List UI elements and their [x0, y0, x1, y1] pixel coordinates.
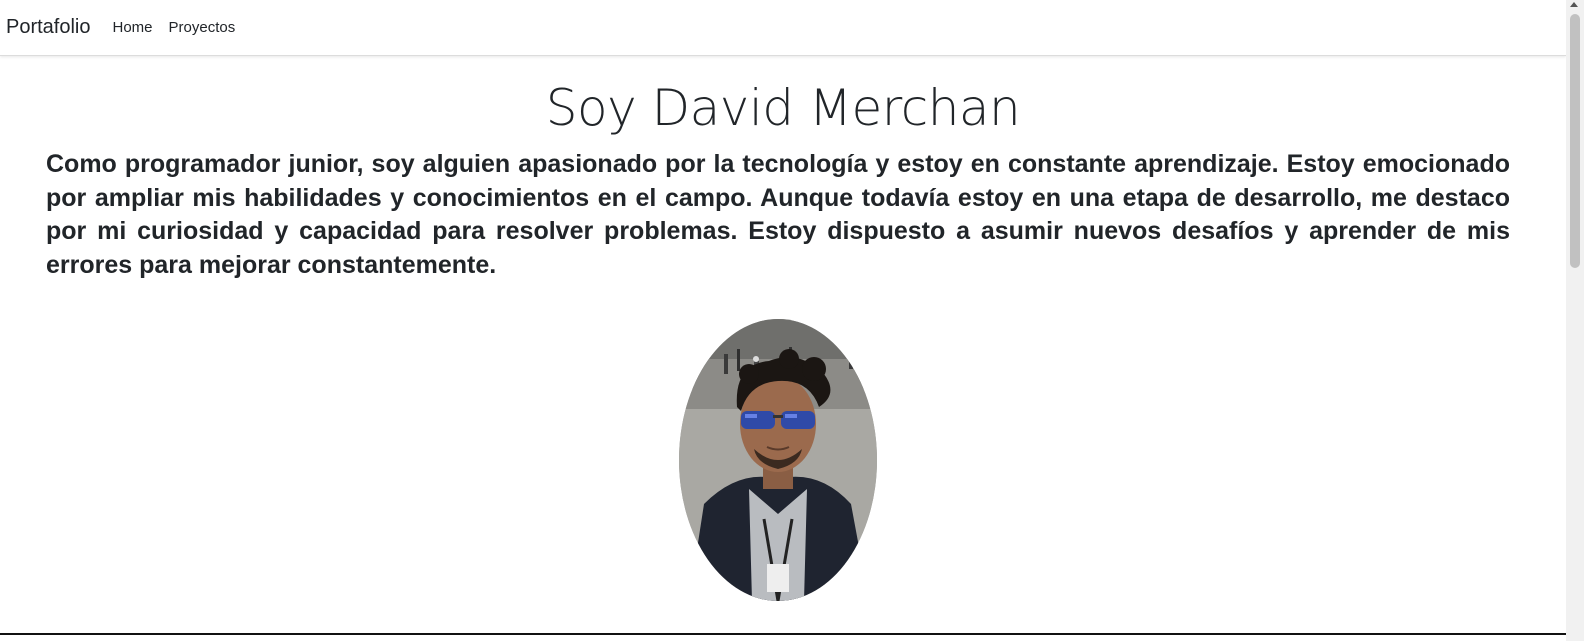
vertical-scrollbar[interactable]	[1566, 0, 1584, 641]
profile-photo-image	[679, 319, 877, 601]
navbar-brand[interactable]: Portafolio	[6, 16, 91, 39]
scroll-up-icon[interactable]	[1570, 2, 1578, 7]
profile-photo	[679, 319, 877, 601]
intro-paragraph: Como programador junior, soy alguien apa…	[46, 150, 1510, 279]
bottom-divider	[0, 633, 1566, 635]
scrollbar-thumb[interactable]	[1570, 14, 1580, 268]
page-title: Soy David Merchan	[545, 79, 1021, 137]
nav-link-proyectos[interactable]: Proyectos	[169, 19, 236, 36]
page: Portafolio Home Proyectos Soy David Merc…	[0, 0, 1584, 641]
navbar: Portafolio Home Proyectos	[0, 0, 1566, 56]
nav-link-home[interactable]: Home	[113, 19, 153, 36]
